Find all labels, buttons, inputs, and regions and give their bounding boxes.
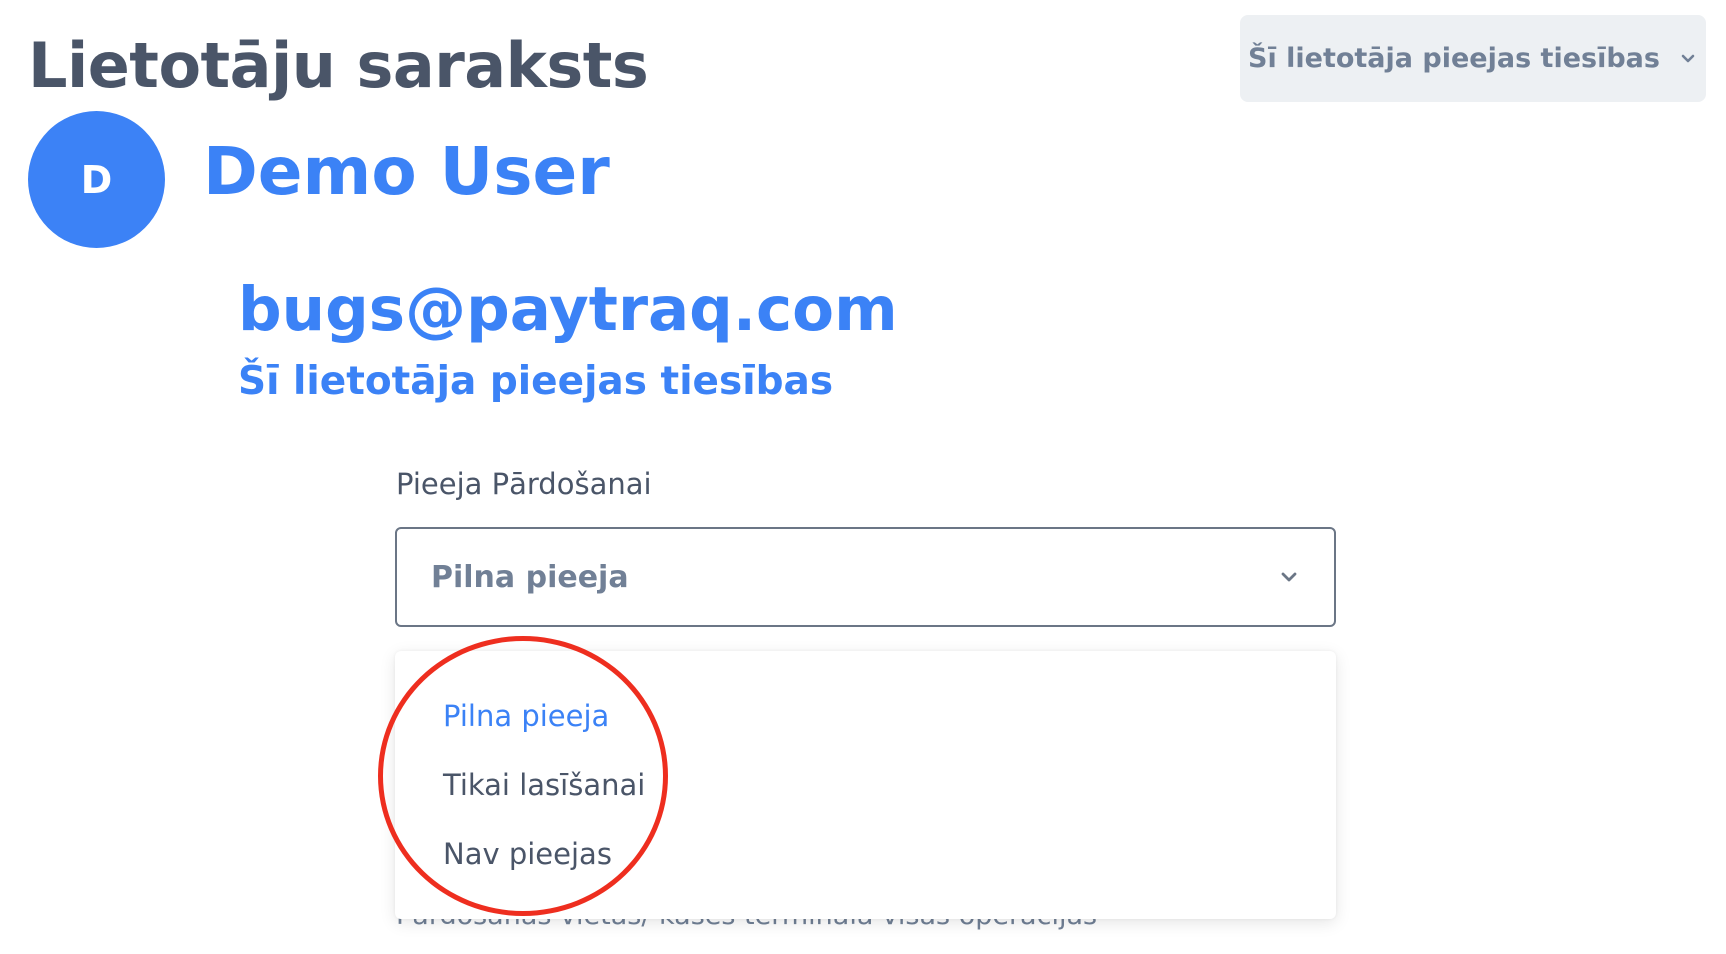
permissions-dropdown-button[interactable]: Šī lietotāja pieejas tiesības [1240, 15, 1706, 102]
page-title: Lietotāju saraksts [28, 29, 649, 102]
sales-access-label: Pieeja Pārdošanai [396, 467, 652, 501]
avatar-initial: D [80, 157, 113, 202]
dropdown-option-full-access[interactable]: Pilna pieeja [395, 691, 1336, 760]
avatar: D [28, 111, 165, 248]
chevron-down-icon [1281, 572, 1297, 582]
user-email: bugs@paytraq.com [238, 274, 898, 345]
sales-access-dropdown-menu: Pilna pieeja Tikai lasīšanai Nav pieejas [395, 651, 1336, 919]
dropdown-option-no-access[interactable]: Nav pieejas [395, 829, 1336, 898]
permissions-button-label: Šī lietotāja pieejas tiesības [1248, 43, 1660, 74]
user-name: Demo User [203, 133, 610, 210]
sales-access-select[interactable]: Pilna pieeja [395, 527, 1336, 627]
chevron-down-icon [1681, 54, 1695, 62]
user-permissions-page: Lietotāju saraksts Šī lietotāja pieejas … [0, 0, 1726, 954]
sales-access-selected-value: Pilna pieeja [431, 559, 629, 595]
dropdown-option-read-only[interactable]: Tikai lasīšanai [395, 760, 1336, 829]
permissions-link[interactable]: Šī lietotāja pieejas tiesības [238, 356, 833, 408]
